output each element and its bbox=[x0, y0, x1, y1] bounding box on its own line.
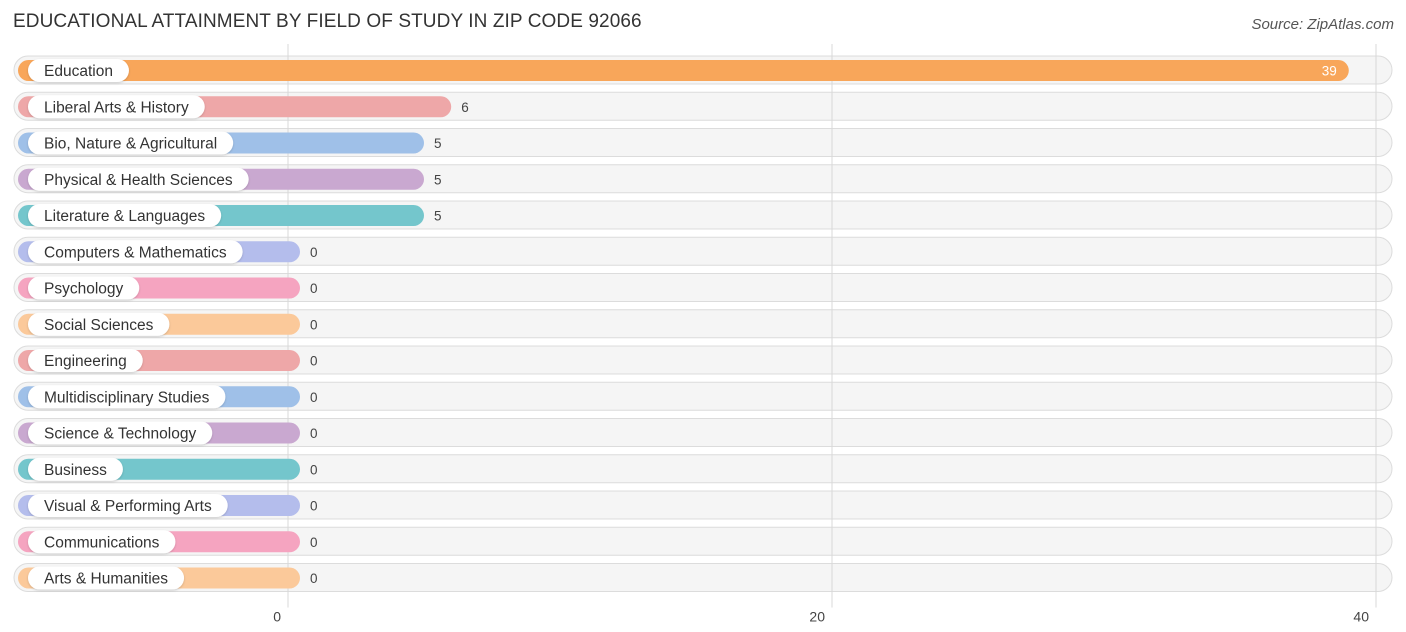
category-label: Visual & Performing Arts bbox=[44, 498, 212, 515]
category-label: Computers & Mathematics bbox=[44, 244, 227, 261]
category-label: Literature & Languages bbox=[44, 208, 205, 225]
category-label: Science & Technology bbox=[44, 426, 196, 443]
bar-group: Arts & Humanities 0 bbox=[18, 566, 318, 590]
bar-chart: Education 39 Liberal Arts & History 6 Bio, N… bbox=[13, 44, 1393, 625]
value-label: 0 bbox=[310, 354, 318, 369]
bar-group: Science & Technology 0 bbox=[18, 421, 318, 445]
category-label: Arts & Humanities bbox=[44, 571, 168, 588]
bar-group: Liberal Arts & History 6 bbox=[18, 95, 469, 119]
bar-group: Social Sciences 0 bbox=[18, 312, 318, 336]
x-tick-label: 0 bbox=[273, 609, 281, 625]
value-label: 0 bbox=[310, 426, 318, 441]
value-label: 5 bbox=[434, 172, 442, 187]
bar-group: Multidisciplinary Studies 0 bbox=[18, 385, 318, 409]
category-label: Psychology bbox=[44, 281, 124, 298]
category-label: Physical & Health Sciences bbox=[44, 172, 233, 189]
bar[interactable] bbox=[18, 60, 1349, 81]
bar-group: Visual & Performing Arts 0 bbox=[18, 494, 318, 517]
category-label: Bio, Nature & Agricultural bbox=[44, 136, 217, 153]
value-label: 39 bbox=[1322, 64, 1337, 79]
bar-group: Bio, Nature & Agricultural 5 bbox=[18, 131, 442, 155]
value-label: 5 bbox=[434, 209, 442, 224]
category-label: Social Sciences bbox=[44, 317, 154, 334]
category-label: Liberal Arts & History bbox=[44, 99, 189, 116]
value-label: 0 bbox=[310, 535, 318, 550]
x-tick-label: 40 bbox=[1353, 609, 1369, 625]
category-label: Engineering bbox=[44, 353, 127, 370]
bar-group: Business 0 bbox=[18, 457, 318, 481]
x-axis-ticks: 0 20 40 bbox=[273, 609, 1369, 625]
category-label: Communications bbox=[44, 534, 160, 551]
value-label: 0 bbox=[310, 499, 318, 514]
x-tick-label: 20 bbox=[809, 609, 825, 625]
value-label: 0 bbox=[310, 317, 318, 332]
bar-group: Psychology 0 bbox=[18, 276, 318, 300]
bar-group: Literature & Languages 5 bbox=[18, 204, 442, 227]
value-label: 0 bbox=[310, 390, 318, 405]
category-label: Multidisciplinary Studies bbox=[44, 389, 210, 406]
value-label: 6 bbox=[461, 100, 469, 115]
value-label: 0 bbox=[310, 571, 318, 586]
value-label: 0 bbox=[310, 245, 318, 260]
bar-group: Education 39 bbox=[18, 59, 1349, 82]
category-label: Business bbox=[44, 462, 107, 479]
value-label: 5 bbox=[434, 136, 442, 151]
value-label: 0 bbox=[310, 281, 318, 296]
bar-group: Engineering 0 bbox=[18, 349, 318, 372]
bar-group: Computers & Mathematics 0 bbox=[18, 240, 318, 264]
bar-group: Physical & Health Sciences 5 bbox=[18, 167, 442, 191]
value-label: 0 bbox=[310, 462, 318, 477]
category-label: Education bbox=[44, 63, 113, 80]
bar-group: Communications 0 bbox=[18, 530, 318, 554]
